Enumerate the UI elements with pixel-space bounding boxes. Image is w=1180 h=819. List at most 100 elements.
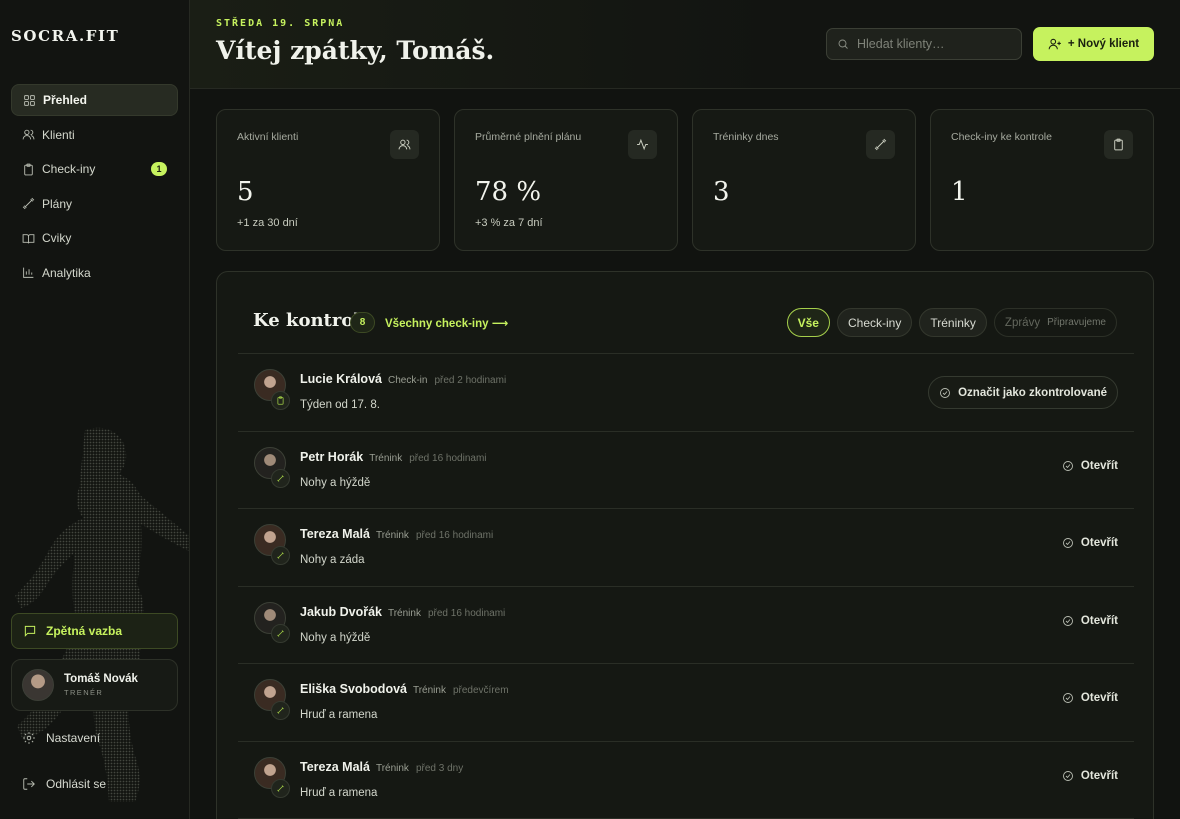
coming-soon-label: Připravujeme [1047, 317, 1106, 328]
nav-item-analytika[interactable]: Analytika [11, 257, 178, 289]
list-item[interactable]: Tereza Malá Trénink před 3 dny Hruď a rame… [238, 742, 1134, 819]
filter-all[interactable]: Vše [786, 308, 830, 337]
checkin-count-badge: 1 [151, 162, 167, 176]
settings-label: Nastavení [46, 731, 101, 745]
filter-trainings[interactable]: Tréninky [919, 308, 987, 337]
check-circle-icon [1062, 538, 1073, 548]
item-description: Týden od 17. 8. [300, 399, 380, 411]
stat-label: Průměrné plnění plánu [475, 131, 582, 143]
brand-logo: SOCRA.FIT [11, 27, 120, 45]
list-item[interactable]: Tereza Malá Trénink před 16 hodinami Nohy … [238, 509, 1134, 587]
nav-item-klienti[interactable]: Klienti [11, 119, 178, 151]
client-name: Petr Horák [300, 449, 364, 464]
nav-item-checkiny[interactable]: Check-iny 1 [11, 153, 178, 185]
stat-icon-box [628, 130, 657, 159]
gear-icon [23, 732, 35, 744]
item-time: před 16 hodinami [427, 607, 506, 619]
book-icon [22, 233, 35, 243]
message-icon [24, 625, 36, 637]
review-panel: Ke kontrole 8 Všechny check-iny ⟶ Vše Ch… [216, 271, 1154, 819]
new-client-label: + Nový klient [1067, 38, 1140, 50]
main-nav: Přehled Klienti Check-iny 1 Plány Cviky … [11, 84, 178, 291]
users-icon [22, 129, 35, 140]
mark-reviewed-button[interactable]: Označit jako zkontrolované [928, 376, 1118, 409]
grid-icon [24, 94, 35, 106]
stat-value: 78 % [475, 177, 542, 207]
nav-item-plany[interactable]: Plány [11, 188, 178, 220]
search-input[interactable]: Hledat klienty… [826, 28, 1022, 60]
checkin-type-badge [271, 391, 290, 410]
list-item[interactable]: Eliška Svobodová Trénink předevčírem Hruď … [238, 664, 1134, 742]
logout-label: Odhlásit se [46, 777, 107, 791]
item-description: Hruď a ramena [300, 786, 378, 799]
stat-value: 3 [713, 177, 730, 207]
item-description: Nohy a záda [300, 554, 365, 566]
stat-label: Aktivní klienti [237, 131, 299, 143]
user-profile[interactable]: Tomáš Novák TRENÉR [11, 659, 178, 711]
dumbbell-icon [277, 474, 284, 482]
item-time: před 16 hodinami [415, 530, 494, 541]
training-type-badge [271, 701, 290, 720]
settings-link[interactable]: Nastavení [22, 731, 100, 745]
nav-label: Přehled [43, 93, 88, 107]
profile-name: Tomáš Novák [64, 673, 138, 685]
logout-icon [23, 778, 35, 790]
open-button[interactable]: Otevřít [1062, 460, 1118, 472]
nav-label: Klienti [42, 127, 75, 142]
search-icon [838, 39, 848, 49]
nav-item-prehled[interactable]: Přehled [11, 84, 178, 116]
item-type: Trénink [412, 685, 446, 696]
action-label: Otevřít [1080, 537, 1118, 549]
item-type: Trénink [369, 452, 403, 464]
logout-link[interactable]: Odhlásit se [22, 777, 106, 791]
item-type: Trénink [375, 762, 409, 774]
stat-card-checkins-to-review: Check-iny ke kontrole 1 [930, 109, 1154, 251]
client-name: Jakub Dvořák [300, 604, 382, 619]
training-type-badge [271, 468, 290, 488]
item-type: Trénink [387, 607, 421, 619]
user-plus-icon [1048, 38, 1061, 50]
client-name: Tereza Malá [300, 759, 370, 774]
check-circle-icon [1062, 460, 1073, 471]
client-name: Eliška Svobodová [300, 682, 407, 696]
action-label: Otevřít [1080, 769, 1118, 782]
activity-icon [637, 138, 648, 151]
new-client-button[interactable]: + Nový klient [1033, 27, 1154, 61]
dumbbell-icon [277, 784, 284, 792]
open-button[interactable]: Otevřít [1062, 692, 1118, 704]
list-item[interactable]: Lucie Králová Check-in před 2 hodinami Týd… [238, 354, 1134, 432]
dumbbell-icon [874, 138, 887, 151]
training-type-badge [271, 623, 290, 643]
profile-role: TRENÉR [64, 688, 104, 697]
current-date: STŘEDA 19. SRPNA [216, 18, 345, 29]
action-label: Otevřít [1080, 614, 1118, 627]
stat-delta: +3 % za 7 dní [475, 217, 543, 229]
stat-label: Check-iny ke kontrole [951, 131, 1052, 143]
clipboard-icon [24, 163, 33, 175]
nav-label: Cviky [42, 231, 72, 245]
nav-item-cviky[interactable]: Cviky [11, 222, 178, 254]
bar-chart-icon [23, 267, 34, 278]
filter-messages: Zprávy Připravujeme [993, 308, 1117, 337]
dumbbell-icon [277, 552, 284, 559]
avatar [22, 669, 54, 701]
stat-icon-box [866, 130, 895, 159]
nav-label: Check-iny [42, 162, 96, 176]
all-checkins-link[interactable]: Všechny check-iny ⟶ [385, 316, 508, 330]
open-button[interactable]: Otevřít [1062, 770, 1118, 782]
dumbbell-icon [277, 629, 284, 637]
open-button[interactable]: Otevřít [1062, 537, 1118, 549]
list-item[interactable]: Jakub Dvořák Trénink před 16 hodinami Nohy… [238, 587, 1134, 664]
filter-checkins[interactable]: Check-iny [836, 308, 913, 337]
feedback-label: Zpětná vazba [46, 624, 123, 638]
item-time: před 2 hodinami [434, 375, 507, 386]
nav-label: Plány [42, 196, 73, 211]
feedback-button[interactable]: Zpětná vazba [11, 613, 178, 649]
stat-card-plan-completion: Průměrné plnění plánu 78 % +3 % za 7 dní [454, 109, 678, 251]
action-label: Otevřít [1080, 692, 1118, 704]
action-label: Označit jako zkontrolované [958, 386, 1107, 399]
open-button[interactable]: Otevřít [1062, 615, 1118, 627]
item-time: před 16 hodinami [409, 452, 487, 464]
list-item[interactable]: Petr Horák Trénink před 16 hodinami Nohy a… [238, 432, 1134, 509]
sidebar: SOCRA.FIT Přehled Klienti Check-iny 1 Pl… [0, 0, 190, 819]
